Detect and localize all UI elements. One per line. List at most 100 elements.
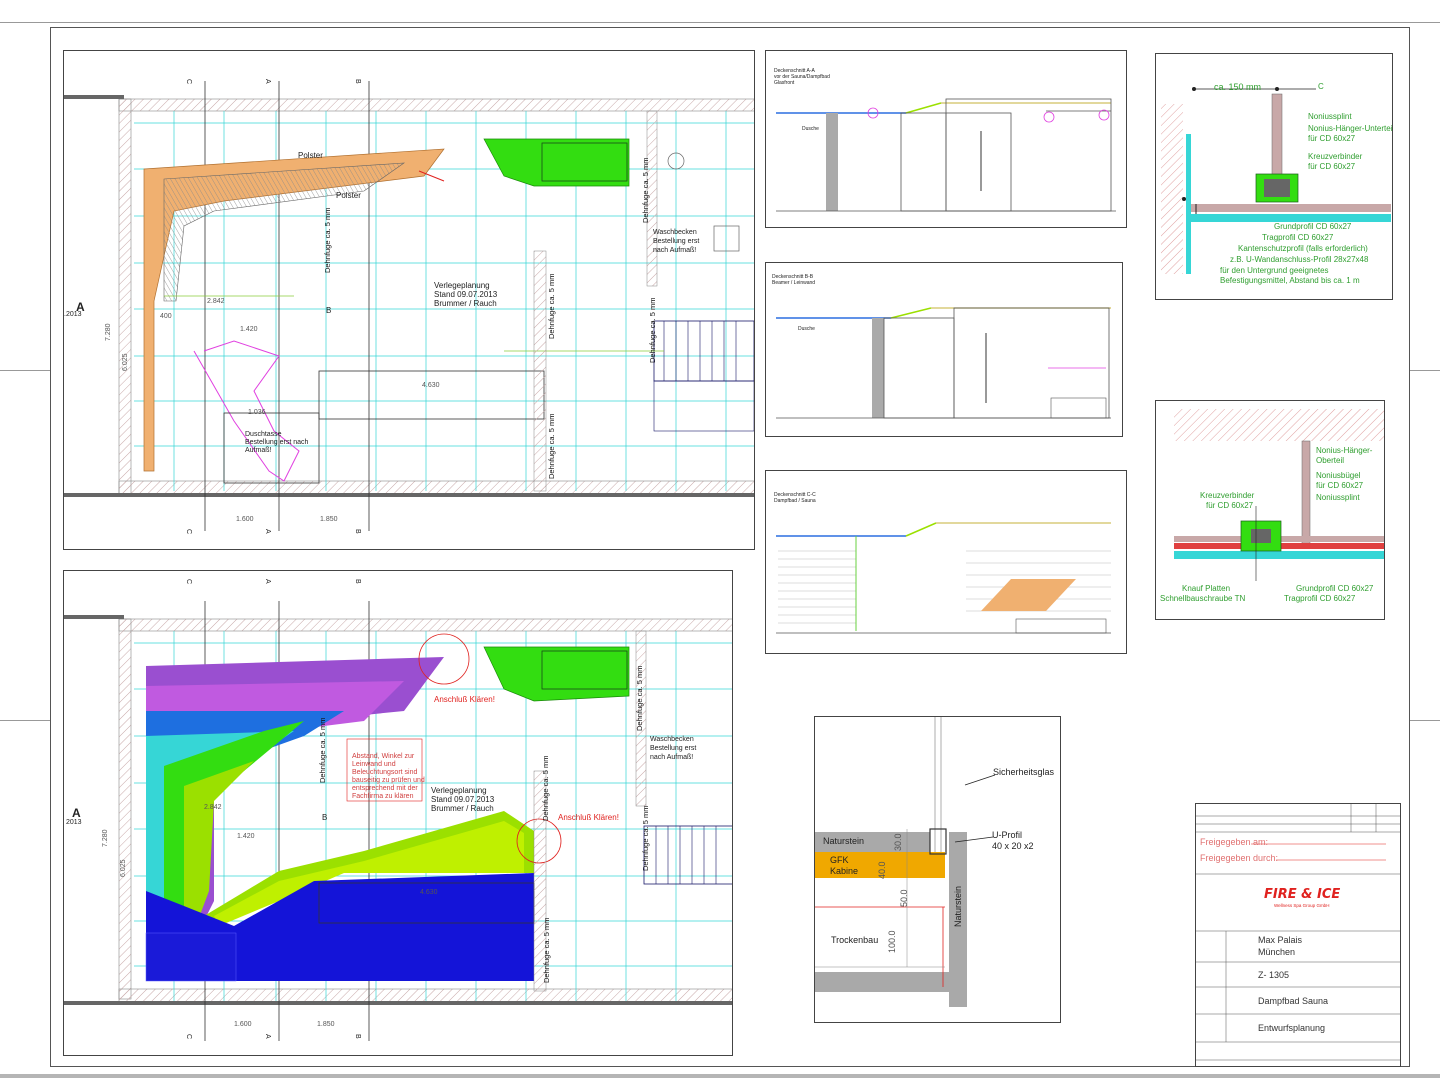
callout: Tragprofil CD 60x27	[1284, 594, 1356, 603]
abstand-note: Leinwand und	[352, 761, 396, 768]
callout: Grundprofil CD 60x27	[1296, 584, 1374, 593]
section-cc: Deckenschnitt C-C Dampfbad / Sauna	[765, 470, 1127, 654]
waschbecken-note: Waschbecken	[653, 229, 697, 236]
mark-c: C	[1318, 82, 1324, 91]
floor-plan-bottom: C A B C A B A 2013 B Anschluß Klären! An…	[63, 570, 733, 1056]
project-name: Max Palais	[1258, 935, 1303, 945]
dimension: 1.850	[317, 1021, 335, 1028]
section-mark: C	[185, 79, 192, 85]
callout: 40 x 20 x2	[992, 841, 1034, 851]
callout: Kreuzverbinder	[1308, 152, 1363, 161]
frame-tick	[0, 720, 50, 721]
freigegeben-am: Freigegeben am:	[1200, 837, 1269, 847]
callout: Noniussplint	[1316, 493, 1360, 502]
polster-label: Polster	[336, 191, 361, 200]
section-title: Beamer / Leinwand	[772, 280, 816, 286]
section-a-date: .2013	[64, 311, 82, 318]
dehnfuge-label: Dehnfuge ca. 5 mm	[635, 665, 644, 731]
waschbecken-note: nach Aufmaß!	[653, 247, 697, 254]
callout: U-Profil	[992, 830, 1023, 840]
callout: Sicherheitsglas	[993, 767, 1055, 777]
abstand-note: entsprechend mit der	[352, 785, 418, 792]
dimension: 7.280	[105, 323, 112, 341]
callout: für CD 60x27	[1308, 162, 1356, 171]
dimension: 100.0	[887, 930, 897, 953]
dehnfuge-label: Dehnfuge ca. 5 mm	[547, 413, 556, 479]
dimension: 4.630	[422, 382, 440, 389]
callout: Noniussplint	[1308, 112, 1352, 121]
abstand-note: Abstand, Winkel zur	[352, 753, 415, 760]
section-mark: B	[354, 1034, 361, 1039]
callout: Oberteil	[1316, 456, 1345, 465]
abstand-note: Beleuchtungsort sind	[352, 769, 418, 776]
section-mark: C	[185, 579, 192, 585]
dimension: 7.280	[102, 829, 109, 847]
planning-note: Brummer / Rauch	[434, 299, 497, 308]
callout: Tragprofil CD 60x27	[1262, 233, 1334, 242]
dimension: 1.600	[236, 516, 254, 523]
drawing-phase: Entwurfsplanung	[1258, 1023, 1326, 1033]
dimension: 30.0	[893, 833, 903, 851]
dehnfuge-label: Dehnfuge ca. 5 mm	[323, 207, 332, 273]
drawing-content: Dampfbad Sauna	[1258, 996, 1329, 1006]
dimension: 2.842	[207, 298, 225, 305]
frame-bottom-bar	[0, 1074, 1440, 1078]
freigegeben-durch: Freigegeben durch:	[1200, 853, 1279, 863]
detail-wall-anchor: ca. 150 mm C Noniussplint Nonius-Hänger-…	[1155, 53, 1393, 300]
anschluss-note: Anschluß Klären!	[558, 813, 619, 822]
planning-note: Stand 09.07.2013	[431, 795, 495, 804]
section-b-marker: B	[322, 813, 328, 822]
dimension: 1.420	[237, 833, 255, 840]
section-mark: C	[185, 1034, 192, 1040]
section-mark: B	[354, 529, 361, 534]
waschbecken-note: Bestellung erst	[653, 238, 700, 245]
frame-tick	[1410, 370, 1440, 371]
section-bb-drawing	[776, 307, 1111, 419]
callout: Nonius-Hänger-Unterteil	[1308, 124, 1393, 133]
company-logo: FIRE & ICE	[1264, 887, 1341, 902]
callout: Noniusbügel	[1316, 471, 1361, 480]
material-label: Trockenbau	[831, 935, 879, 945]
callout: Nonius-Hänger-	[1316, 446, 1373, 455]
dusch-note: Aufmaß!	[245, 447, 272, 454]
anschluss-note: Anschluß Klären!	[434, 695, 495, 704]
material-label: Kabine	[830, 866, 859, 876]
callout: Kreuzverbinder	[1200, 491, 1255, 500]
section-title: Dampfbad / Sauna	[774, 498, 816, 504]
callout: für den Untergrund geeignetes	[1220, 266, 1329, 275]
callout: für CD 60x27	[1308, 134, 1356, 143]
dimension: 400	[160, 313, 172, 320]
dimension: 1.036	[248, 409, 266, 416]
dimension: 4.630	[420, 889, 438, 896]
dehnfuge-label: Dehnfuge ca. 5 mm	[318, 717, 327, 783]
frame-tick	[1410, 720, 1440, 721]
section-mark: A	[264, 579, 271, 584]
dehnfuge-label: Dehnfuge ca. 5 mm	[547, 273, 556, 339]
callout: für CD 60x27	[1316, 481, 1364, 490]
material-label: Naturstein	[823, 836, 865, 846]
section-mark: B	[354, 579, 361, 584]
detail-glass: Sicherheitsglas U-Profil 40 x 20 x2 Natu…	[814, 716, 1061, 1023]
dimension: 6.025	[122, 353, 129, 371]
planning-note: Brummer / Rauch	[431, 804, 494, 813]
callout: z.B. U-Wandanschluss-Profil 28x27x48	[1230, 255, 1369, 264]
section-mark: A	[264, 79, 271, 84]
floor-plan-top: C A B C A B A .2013 B Polster Polster De…	[63, 50, 755, 550]
planning-note: Stand 09.07.2013	[434, 290, 498, 299]
planning-note: Verlegeplanung	[434, 281, 490, 290]
callout: Befestigungsmittel, Abstand bis ca. 1 m	[1220, 276, 1360, 285]
callout: Kantenschutzprofil (falls erforderlich)	[1238, 244, 1368, 253]
floor-plan-bottom-drawing	[64, 601, 732, 1041]
section-title: Glasfront	[774, 80, 795, 86]
polster-label: Polster	[298, 151, 323, 160]
section-b-marker: B	[326, 306, 332, 315]
waschbecken-note: Waschbecken	[650, 736, 694, 743]
abstand-note: Fachfirma zu klären	[352, 793, 414, 800]
project-city: München	[1258, 947, 1296, 957]
waschbecken-note: nach Aufmaß!	[650, 754, 694, 761]
section-a-date: 2013	[66, 819, 82, 826]
dimension: 1.600	[234, 1021, 252, 1028]
dehnfuge-label: Dehnfuge ca. 5 mm	[541, 755, 550, 821]
waschbecken-note: Bestellung erst	[650, 745, 697, 752]
dimension: 6.025	[120, 859, 127, 877]
